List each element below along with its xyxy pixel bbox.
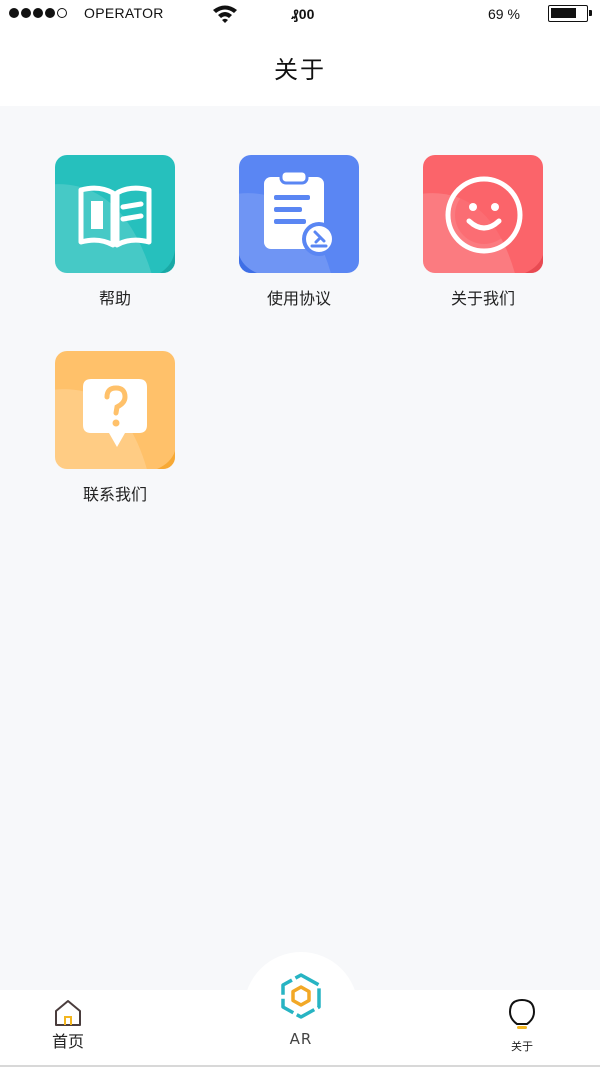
grid-item-usage-agreement[interactable]: 使用协议 (229, 155, 369, 309)
tab-about-label: 关于 (511, 1040, 533, 1053)
grid-item-label: 帮助 (98, 289, 131, 308)
home-icon (55, 1000, 81, 1026)
usage-agreement-tile (239, 155, 359, 273)
tab-ar-label: AR (289, 1030, 313, 1048)
help-tile (55, 155, 175, 273)
battery-icon (548, 5, 592, 22)
page-title: 关于 (274, 55, 326, 84)
carrier-name: OPERATOR (84, 5, 164, 21)
wifi-icon (212, 4, 238, 28)
question-bubble-icon (55, 379, 175, 469)
battery-percent: 69 % (488, 6, 520, 22)
status-time: ₰00 (291, 6, 315, 22)
about-us-tile (423, 155, 543, 273)
tab-ar[interactable]: AR (266, 972, 336, 1048)
ar-hexagon-icon (281, 973, 321, 1019)
grid-item-contact-us[interactable]: 联系我们 (45, 351, 185, 505)
lightbulb-icon (508, 998, 536, 1029)
tab-home[interactable]: 首页 (34, 998, 102, 1052)
smiley-icon (423, 176, 543, 273)
clipboard-icon (239, 169, 336, 273)
tab-home-label: 首页 (51, 1032, 84, 1051)
tab-about[interactable]: 关于 (496, 998, 548, 1054)
grid-item-label: 使用协议 (266, 289, 331, 308)
grid-item-label: 联系我们 (82, 485, 147, 504)
contact-us-tile (55, 351, 175, 469)
grid-item-about-us[interactable]: 关于我们 (413, 155, 553, 309)
grid-item-help[interactable]: 帮助 (45, 155, 185, 309)
nav-header: 关于 (0, 28, 600, 106)
status-bar: OPERATOR ₰00 69 % (0, 0, 600, 28)
grid-item-label: 关于我们 (450, 289, 515, 308)
signal-strength-icon (9, 8, 67, 18)
book-icon (55, 184, 175, 273)
